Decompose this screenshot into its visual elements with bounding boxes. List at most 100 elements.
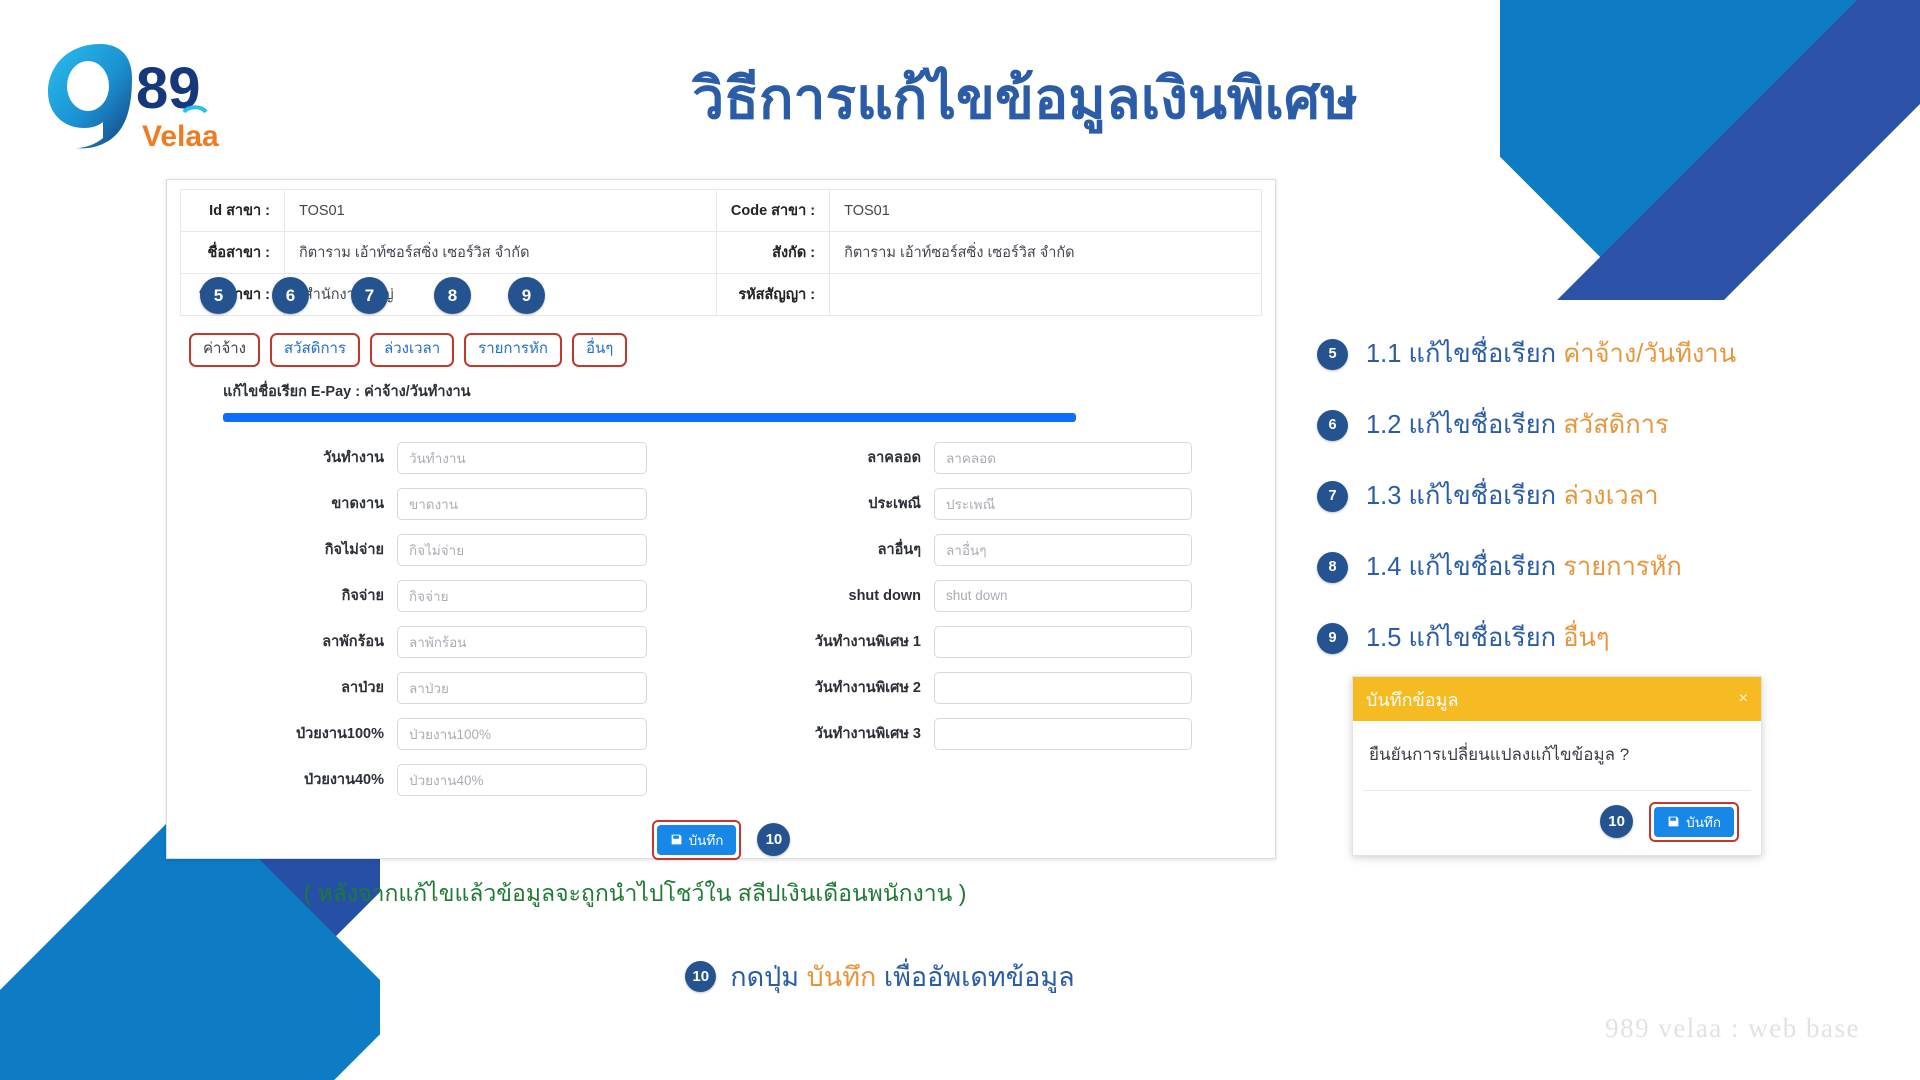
page-title: วิธีการแก้ไขข้อมูลเงินพิเศษ <box>692 67 1358 131</box>
watermark: 989 velaa : web base <box>1605 1013 1860 1043</box>
note-number: 1.3 <box>1366 482 1402 510</box>
tab-others[interactable]: อื่นๆ <box>571 333 628 367</box>
personal-unpaid-input[interactable]: กิจไม่จ่าย <box>397 533 647 566</box>
field-label: กิจจ่าย <box>341 588 384 605</box>
tab-overtime[interactable]: ล่วงเวลา <box>370 333 455 367</box>
note-body: แก้ไขชื่อเรียก <box>1408 482 1557 510</box>
affiliation-value: กิตาราม เอ้าท์ซอร์สซิ่ง เซอร์วิส จำกัด <box>829 231 1262 274</box>
personal-paid-input[interactable]: กิจจ่าย <box>397 579 647 612</box>
field-label: ลาพักร้อน <box>322 634 384 651</box>
note-text: 1.5 แก้ไขชื่อเรียก อื่นๆ <box>1366 618 1610 658</box>
progress-bar <box>223 412 1076 422</box>
id-branch-label: Id สาขา : <box>180 189 285 232</box>
caption-post: เพื่ออัพเดทข้อมูล <box>883 962 1075 992</box>
form-left-column: วันทำงาน วันทำงาน ขาดงาน ขาดงาน กิจไม่จ่… <box>167 441 716 810</box>
table-row: ที่อยู่สาขา : -สำนักงานใหญ่ รหัสสัญญา : <box>180 273 1262 316</box>
modal-save-label: บันทึก <box>1686 814 1721 830</box>
special-workday-3-input[interactable] <box>934 717 1192 750</box>
tradition-input[interactable]: ประเพณี <box>934 487 1192 520</box>
field-label: วันทำงานพิเศษ 1 <box>814 634 921 651</box>
caption-pre: กดปุ่ม <box>730 962 800 992</box>
floppy-disk-icon <box>670 833 683 846</box>
save-button[interactable]: บันทึก <box>656 824 737 855</box>
modal-save-button[interactable]: บันทึก <box>1654 806 1734 837</box>
note-number: 1.2 <box>1366 411 1402 439</box>
special-workday-2-input[interactable] <box>934 671 1192 704</box>
note-text: 1.1 แก้ไขชื่อเรียก ค่าจ้าง/วันทีงาน <box>1366 334 1736 374</box>
confirm-save-modal: บันทึกข้อมูล × ยืนยันการเปลี่ยนแปลงแก้ไข… <box>1352 676 1762 856</box>
special-workday-1-input[interactable] <box>934 625 1192 658</box>
maternity-input[interactable]: ลาคลอด <box>934 441 1192 474</box>
field-label: วันทำงานพิเศษ 3 <box>814 726 921 743</box>
close-icon[interactable]: × <box>1739 691 1748 707</box>
form-save-row: บันทึก 10 <box>167 819 1275 860</box>
field-tradition: ประเพณี ประเพณี <box>716 487 1265 520</box>
slide-root: 89 Velaa วิธีการแก้ไขข้อมูลเงินพิเศษ Id … <box>0 0 1920 1080</box>
field-label: ลาป่วย <box>341 680 384 697</box>
field-label: กิจไม่จ่าย <box>324 542 384 559</box>
note-body: แก้ไขชื่อเรียก <box>1408 411 1557 439</box>
list-item: 7 1.3 แก้ไขชื่อเรียก ล่วงเวลา <box>1317 476 1736 516</box>
note-text: 1.4 แก้ไขชื่อเรียก รายการหัก <box>1366 547 1682 587</box>
note-body: แก้ไขชื่อเรียก <box>1408 553 1557 581</box>
note-text: 1.2 แก้ไขชื่อเรียก สวัสดิการ <box>1366 405 1669 445</box>
step-badge-9: 9 <box>1317 622 1348 654</box>
note-text: 1.3 แก้ไขชื่อเรียก ล่วงเวลา <box>1366 476 1659 516</box>
absent-input[interactable]: ขาดงาน <box>397 487 647 520</box>
field-workday: วันทำงาน วันทำงาน <box>167 441 716 474</box>
branch-info-table: Id สาขา : TOS01 Code สาขา : TOS01 ชื่อสา… <box>180 189 1262 316</box>
field-label: ป่วยงาน40% <box>304 772 384 789</box>
app-screenshot-panel: Id สาขา : TOS01 Code สาขา : TOS01 ชื่อสา… <box>166 179 1276 860</box>
shutdown-input[interactable]: shut down <box>934 579 1192 612</box>
tab-wage[interactable]: ค่าจ้าง <box>189 333 260 367</box>
step-badge-9-overlay: 9 <box>508 277 545 314</box>
sick-40-input[interactable]: ป่วยงาน40% <box>397 763 647 796</box>
branch-name-value: กิตาราม เอ้าท์ซอร์สซิ่ง เซอร์วิส จำกัด <box>284 231 717 274</box>
sick-leave-input[interactable]: ลาป่วย <box>397 671 647 704</box>
list-item: 9 1.5 แก้ไขชื่อเรียก อื่นๆ <box>1317 618 1736 658</box>
field-special-workday-3: วันทำงานพิเศษ 3 <box>716 717 1265 750</box>
field-vacation: ลาพักร้อน ลาพักร้อน <box>167 625 716 658</box>
sick-100-input[interactable]: ป่วยงาน100% <box>397 717 647 750</box>
field-maternity: ลาคลอด ลาคลอด <box>716 441 1265 474</box>
modal-message: ยืนยันการเปลี่ยนแปลงแก้ไขข้อมูล ? <box>1369 745 1630 764</box>
field-personal-paid: กิจจ่าย กิจจ่าย <box>167 579 716 612</box>
step-badge-10-form: 10 <box>757 823 791 857</box>
code-branch-label: Code สาขา : <box>715 189 831 232</box>
field-label: ลาคลอด <box>867 450 921 467</box>
floppy-disk-icon <box>1667 815 1680 828</box>
field-sick-leave: ลาป่วย ลาป่วย <box>167 671 716 704</box>
note-number: 1.4 <box>1366 553 1402 581</box>
step-badge-5: 5 <box>1317 338 1348 370</box>
vacation-input[interactable]: ลาพักร้อน <box>397 625 647 658</box>
step-badge-6: 6 <box>1317 409 1348 441</box>
save-button-label: บันทึก <box>688 832 724 848</box>
save-button-highlight: บันทึก <box>651 819 742 860</box>
step-badge-8: 8 <box>1317 551 1348 583</box>
caption-highlight: บันทึก <box>806 962 877 992</box>
step-badge-5-overlay: 5 <box>200 277 237 314</box>
modal-save-highlight: บันทึก <box>1649 801 1739 842</box>
field-special-workday-2: วันทำงานพิเศษ 2 <box>716 671 1265 704</box>
step-badge-7-overlay: 7 <box>351 277 388 314</box>
list-item: 6 1.2 แก้ไขชื่อเรียก สวัสดิการ <box>1317 405 1736 445</box>
note-body: แก้ไขชื่อเรียก <box>1408 624 1557 652</box>
branch-address-value: -สำนักงานใหญ่ <box>284 273 717 316</box>
contract-code-label: รหัสสัญญา : <box>715 273 831 316</box>
field-label: ป่วยงาน100% <box>295 726 384 743</box>
field-label: ลาอื่นๆ <box>877 542 921 559</box>
workday-input[interactable]: วันทำงาน <box>397 441 647 474</box>
field-sick-40: ป่วยงาน40% ป่วยงาน40% <box>167 763 716 796</box>
affiliation-label: สังกัด : <box>715 231 831 274</box>
note-body: แก้ไขชื่อเรียก <box>1408 340 1557 368</box>
step-badge-6-overlay: 6 <box>272 277 309 314</box>
steps-annotation-list: 5 1.1 แก้ไขชื่อเรียก ค่าจ้าง/วันทีงาน 6 … <box>1317 334 1736 689</box>
tab-deduction[interactable]: รายการหัก <box>464 333 562 367</box>
other-leave-input[interactable]: ลาอื่นๆ <box>934 533 1192 566</box>
note-highlight: รายการหัก <box>1563 553 1682 581</box>
field-label: วันทำงานพิเศษ 2 <box>814 680 921 697</box>
tab-welfare[interactable]: สวัสดิการ <box>270 333 361 367</box>
branch-name-label: ชื่อสาขา : <box>180 231 285 274</box>
note-highlight: สวัสดิการ <box>1563 411 1669 439</box>
code-branch-value: TOS01 <box>829 189 1262 232</box>
